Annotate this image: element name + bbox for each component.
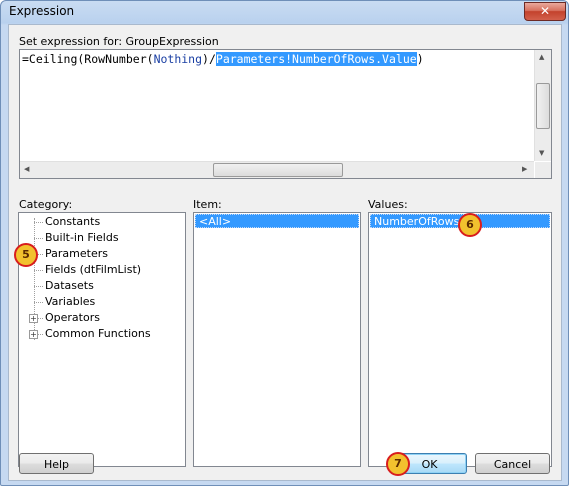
code-prefix: =Ceiling(RowNumber(	[22, 52, 154, 66]
scroll-down-icon[interactable]: ▼	[539, 149, 544, 157]
window-title: Expression	[9, 4, 75, 18]
close-icon: ✕	[539, 4, 551, 18]
scroll-corner	[535, 162, 551, 178]
help-button[interactable]: Help	[19, 453, 94, 474]
horizontal-scrollbar[interactable]: ◀ ▶	[20, 161, 534, 178]
tree-item-fields[interactable]: Fields (dtFilmList)	[45, 263, 141, 276]
scroll-left-icon[interactable]: ◀	[24, 165, 29, 173]
expression-code[interactable]: =Ceiling(RowNumber(Nothing)/Parameters!N…	[22, 52, 424, 66]
tree-item-datasets[interactable]: Datasets	[45, 279, 94, 292]
tree-item-common-functions[interactable]: Common Functions	[45, 327, 151, 340]
values-list[interactable]: NumberOfRows	[368, 212, 552, 467]
close-button[interactable]: ✕	[524, 2, 566, 21]
vertical-scroll-thumb[interactable]	[536, 83, 550, 129]
expand-operators-icon[interactable]: +	[29, 314, 38, 323]
cancel-button[interactable]: Cancel	[475, 453, 550, 474]
expand-common-functions-icon[interactable]: +	[29, 330, 38, 339]
values-label: Values:	[368, 198, 408, 211]
code-selected-text: Parameters!NumberOfRows.Value	[215, 52, 417, 66]
tree-item-variables[interactable]: Variables	[45, 295, 95, 308]
annotation-badge-7: 7	[386, 452, 410, 476]
dialog-body: Set expression for: GroupExpression =Cei…	[8, 24, 562, 481]
item-list-selected[interactable]: <All>	[195, 214, 359, 228]
tree-item-parameters[interactable]: Parameters	[45, 247, 108, 260]
tree-item-built-in-fields[interactable]: Built-in Fields	[45, 231, 119, 244]
item-label: Item:	[193, 198, 222, 211]
horizontal-scroll-thumb[interactable]	[213, 163, 343, 177]
value-number-of-rows: NumberOfRows	[374, 215, 460, 228]
category-tree[interactable]: Constants Built-in Fields Parameters Fie…	[18, 212, 186, 467]
tree-branch	[34, 286, 43, 287]
annotation-badge-5: 5	[14, 243, 38, 267]
tree-branch	[34, 238, 43, 239]
expression-dialog: Expression ✕ Set expression for: GroupEx…	[0, 0, 569, 486]
scroll-right-icon[interactable]: ▶	[522, 165, 527, 173]
expression-label: Set expression for: GroupExpression	[19, 35, 219, 48]
title-bar[interactable]: Expression ✕	[1, 1, 568, 23]
code-suffix: )	[416, 52, 424, 66]
category-label: Category:	[19, 198, 73, 211]
vertical-scrollbar[interactable]: ▲ ▼	[534, 50, 551, 161]
item-list[interactable]: <All>	[193, 212, 361, 467]
tree-item-operators[interactable]: Operators	[45, 311, 100, 324]
code-keyword: Nothing	[153, 52, 203, 66]
scroll-up-icon[interactable]: ▲	[539, 53, 544, 61]
tree-item-constants[interactable]: Constants	[45, 215, 100, 228]
expression-editor[interactable]: =Ceiling(RowNumber(Nothing)/Parameters!N…	[19, 49, 552, 179]
code-mid: )/	[202, 52, 216, 66]
tree-branch	[34, 222, 43, 223]
tree-branch	[34, 302, 43, 303]
item-all: <All>	[199, 215, 232, 228]
tree-branch	[34, 270, 43, 271]
annotation-badge-6: 6	[458, 213, 482, 237]
